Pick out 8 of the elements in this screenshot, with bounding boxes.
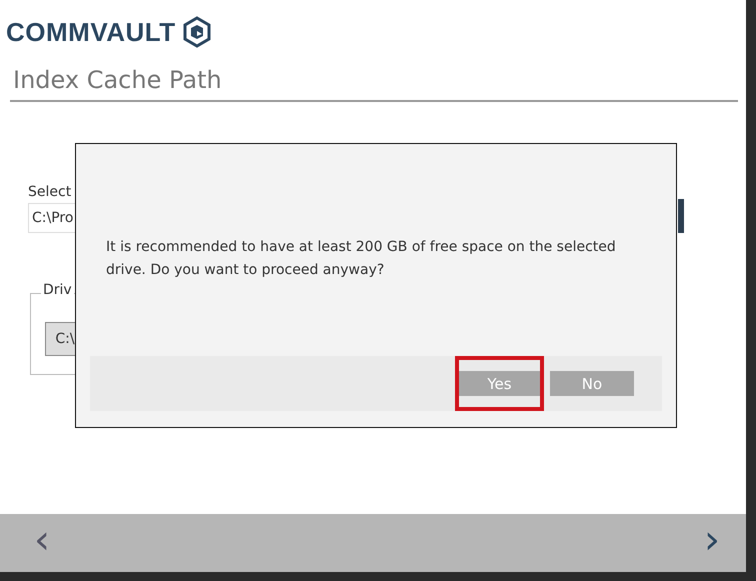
dialog-button[interactable]: Yes xyxy=(459,371,540,396)
field-label: Select xyxy=(28,184,72,200)
page-title: Index Cache Path xyxy=(13,66,223,94)
logo-text: COMMVAULT xyxy=(6,16,176,48)
back-button[interactable]: ‹ xyxy=(28,520,56,566)
dialog-message: It is recommended to have at least 200 GB of free space on the selected drive. Do you want to proceed anyway? xyxy=(106,238,617,280)
dialog-button[interactable]: No xyxy=(550,371,634,396)
next-button[interactable]: › xyxy=(698,520,726,566)
